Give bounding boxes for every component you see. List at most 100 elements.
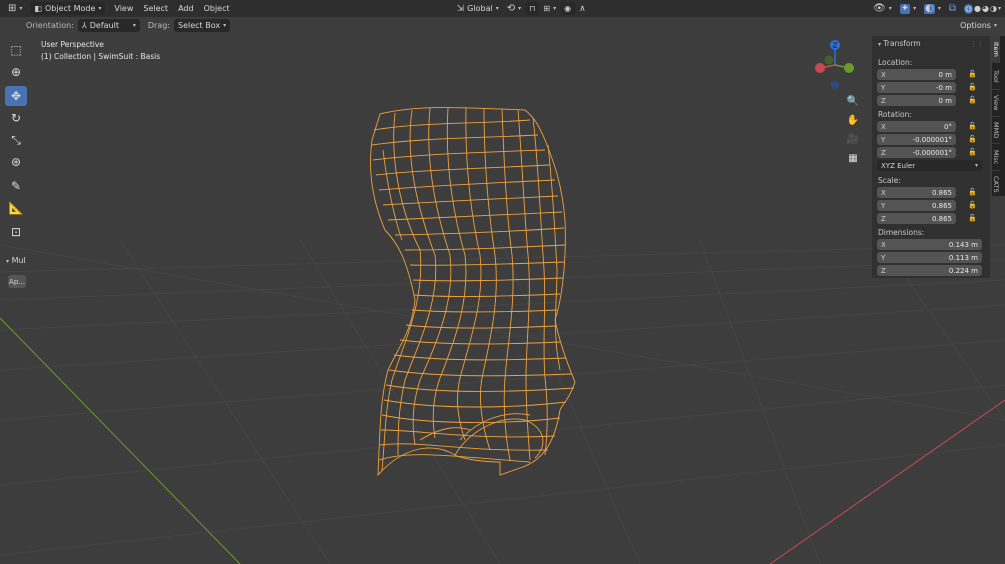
transform-icon: ⊛ — [10, 155, 22, 169]
gizmo-toggle[interactable]: ✦ ▾ — [896, 2, 920, 15]
tool-shelf: ⬚ ⊕ ✥ ↻ ⤡ ⊛ ✎ 📐 ⊡ — [5, 40, 29, 244]
rotation-mode-dropdown[interactable]: XYZ Euler ▾ — [877, 160, 982, 171]
lock-icon[interactable]: 🔓 — [968, 135, 977, 143]
field-value: 0° — [944, 122, 952, 131]
rotation-x-field[interactable]: X 0° — [877, 121, 956, 132]
chevron-down-icon: ▾ — [937, 5, 941, 12]
tab-mmd[interactable]: MMD — [992, 117, 1000, 144]
camera-view-button[interactable]: 🎥 — [845, 131, 861, 147]
swimsuit-wireframe[interactable] — [370, 107, 576, 477]
gizmo-x-axis[interactable] — [815, 63, 825, 73]
viewport-header: ⊞ ▾ ◧ Object Mode ▾ View Select Add Obje… — [0, 0, 1005, 17]
scale-tool[interactable]: ⤡ — [5, 130, 27, 150]
camera-icon: 🎥 — [846, 133, 860, 145]
eye-icon: 👁 — [873, 2, 886, 14]
drag-dropdown[interactable]: Select Box ▾ — [173, 19, 231, 32]
move-arrows-icon: ✥ — [10, 89, 22, 103]
tab-tool[interactable]: Tool — [992, 63, 1000, 90]
pan-button[interactable]: ✋ — [845, 112, 861, 128]
snap-target-dropdown[interactable]: ⊞ ▾ — [539, 2, 560, 15]
lock-icon[interactable]: 🔓 — [968, 188, 977, 196]
material-shading-icon[interactable]: ◕ — [982, 4, 989, 14]
dimensions-z-field[interactable]: Z 0.224 m — [877, 265, 982, 276]
pencil-icon: ✎ — [10, 179, 22, 193]
select-box-tool[interactable]: ⬚ — [5, 40, 27, 60]
location-z-field[interactable]: Z 0 m — [877, 95, 956, 106]
rotation-mode-value: XYZ Euler — [881, 161, 916, 170]
menu-view[interactable]: View — [109, 4, 138, 13]
editor-type-icon: ⊞ — [8, 2, 17, 14]
rotation-y-field[interactable]: Y -0.000001° — [877, 134, 956, 145]
falloff-dropdown[interactable]: ∧ — [575, 2, 590, 15]
transform-orientation-dropdown[interactable]: ⇲ Global ▾ — [453, 2, 503, 15]
pivot-point-dropdown[interactable]: ⟲ ▾ — [503, 2, 525, 15]
rendered-shading-icon[interactable]: ◑ — [990, 4, 997, 14]
location-y-field[interactable]: Y -0 m — [877, 82, 956, 93]
navigation-gizmo[interactable]: Z — [808, 38, 862, 94]
mul-panel-header[interactable]: ▾ Mul — [6, 256, 26, 265]
scale-y-field[interactable]: Y 0.865 — [877, 200, 956, 211]
solid-shading-icon[interactable]: ● — [974, 4, 981, 14]
gizmo-neg-z-axis[interactable] — [831, 81, 839, 89]
apply-button[interactable]: Ap... — [8, 275, 26, 288]
tab-view[interactable]: View — [992, 90, 1000, 117]
shading-modes[interactable]: ◍ ● ◕ ◑ ▾ — [960, 2, 1005, 15]
editor-type-dropdown[interactable]: ⊞ ▾ — [4, 2, 26, 15]
perspective-toggle-button[interactable]: ▦ — [845, 150, 861, 166]
add-cube-tool[interactable]: ⊡ — [5, 222, 27, 242]
annotate-tool[interactable]: ✎ — [5, 176, 27, 196]
lock-icon[interactable]: 🔓 — [968, 70, 977, 78]
snap-increment-icon: ⊞ — [543, 3, 551, 13]
magnet-icon: ⊓ — [529, 3, 536, 13]
lock-icon[interactable]: 🔓 — [968, 96, 977, 104]
drag-handle-icon[interactable]: ⋮⋮ — [970, 40, 984, 48]
overlays-toggle[interactable]: ◐ ▾ — [920, 2, 945, 15]
dimensions-y-field[interactable]: Y 0.113 m — [877, 252, 982, 263]
drag-label: Drag: — [147, 21, 170, 30]
rotate-tool[interactable]: ↻ — [5, 108, 27, 128]
zoom-button[interactable]: 🔍 — [845, 93, 861, 109]
menu-select[interactable]: Select — [138, 4, 173, 13]
rotate-icon: ↻ — [10, 111, 22, 125]
move-tool[interactable]: ✥ — [5, 86, 27, 106]
tab-cats[interactable]: CATS — [992, 171, 1000, 198]
snap-toggle[interactable]: ⊓ — [525, 2, 540, 15]
options-dropdown[interactable]: Options ▾ — [956, 19, 1001, 32]
axis-label: Y — [881, 253, 886, 262]
lock-icon[interactable]: 🔓 — [968, 214, 977, 222]
field-value: -0.000001° — [912, 135, 952, 144]
transform-tool[interactable]: ⊛ — [5, 152, 27, 172]
lock-icon[interactable]: 🔓 — [968, 122, 977, 130]
rotation-z-field[interactable]: Z -0.000001° — [877, 147, 956, 158]
location-label: Location: — [878, 58, 913, 67]
lock-icon[interactable]: 🔓 — [968, 148, 977, 156]
menu-object[interactable]: Object — [199, 4, 235, 13]
location-x-field[interactable]: X 0 m — [877, 69, 956, 80]
gizmo-y-axis[interactable] — [844, 63, 854, 73]
x-axis-line — [769, 399, 1005, 564]
visibility-dropdown[interactable]: 👁 ▾ — [869, 2, 896, 15]
scale-z-field[interactable]: Z 0.865 — [877, 213, 956, 224]
mode-dropdown[interactable]: ◧ Object Mode ▾ — [30, 2, 106, 15]
dimensions-x-field[interactable]: X 0.143 m — [877, 239, 982, 250]
menu-add[interactable]: Add — [173, 4, 199, 13]
wireframe-shading-icon[interactable]: ◍ — [964, 3, 974, 14]
transform-panel-header[interactable]: ▾ Transform — [878, 39, 921, 48]
proportional-edit-toggle[interactable]: ◉ — [560, 2, 576, 15]
orientation-dropdown[interactable]: ⅄ Default ▾ — [77, 19, 140, 32]
dimensions-label: Dimensions: — [878, 228, 925, 237]
tab-misc[interactable]: Misc — [992, 144, 1000, 171]
xray-toggle[interactable]: ⧉ — [945, 2, 960, 15]
measure-tool[interactable]: 📐 — [5, 198, 27, 218]
cursor-tool[interactable]: ⊕ — [5, 62, 27, 82]
lock-icon[interactable]: 🔓 — [968, 83, 977, 91]
gizmo-neg-y-axis[interactable] — [824, 55, 834, 65]
axis-label: Z — [881, 214, 886, 223]
tab-item[interactable]: Item — [992, 36, 1000, 63]
scale-x-field[interactable]: X 0.865 — [877, 187, 956, 198]
axis-label: X — [881, 70, 886, 79]
lock-icon[interactable]: 🔓 — [968, 201, 977, 209]
mul-label: Mul — [11, 256, 26, 265]
cursor-select-icon: ⬚ — [10, 43, 22, 57]
options-label: Options — [960, 21, 991, 30]
